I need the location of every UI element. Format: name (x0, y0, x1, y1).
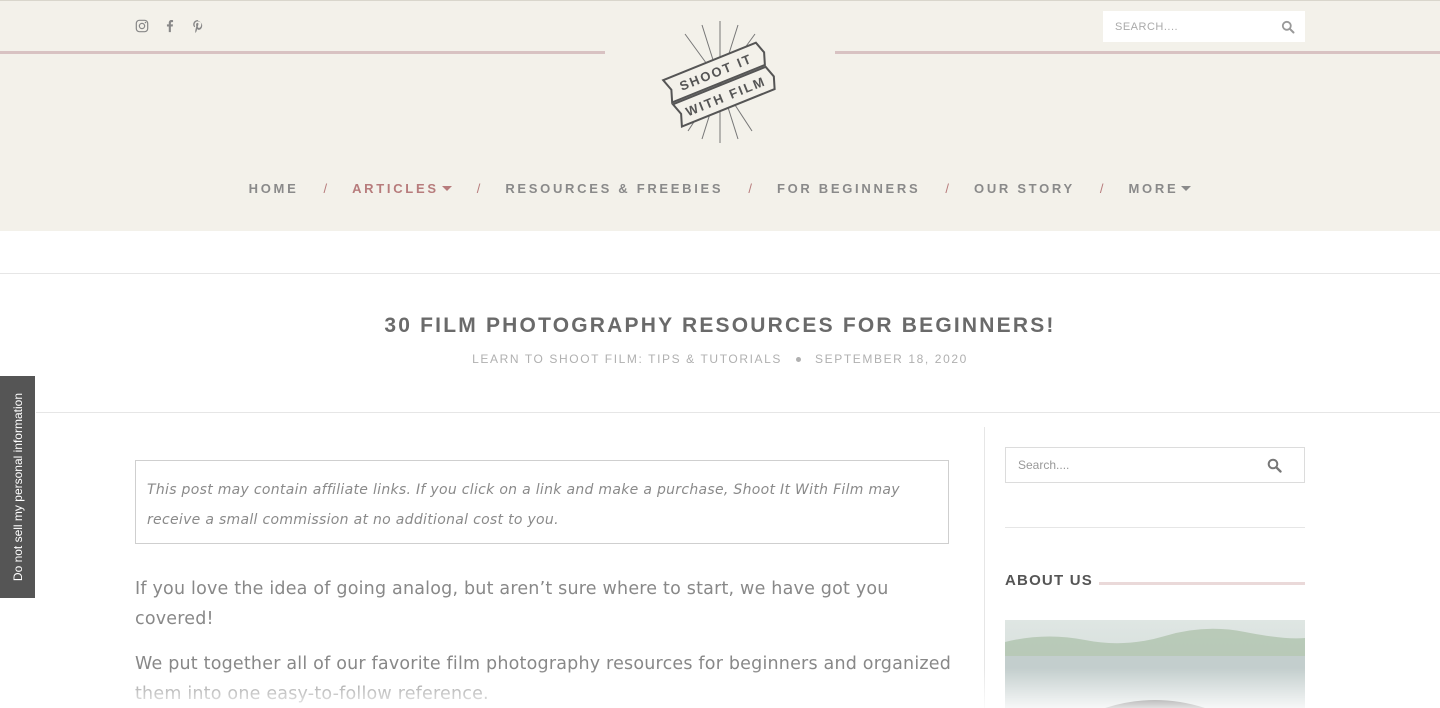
nav-item-for-beginners-label: FOR BEGINNERS (776, 181, 921, 196)
divider (1005, 527, 1305, 528)
sidebar-search-input[interactable] (1006, 448, 1256, 482)
header-search-input[interactable] (1103, 11, 1273, 42)
do-not-sell-label: Do not sell my personal information (10, 392, 25, 582)
caret-down-icon (1181, 186, 1192, 191)
meta-dot (796, 356, 802, 362)
divider (36, 412, 1440, 413)
nav-separator: / (476, 181, 481, 196)
nav-item-our-story[interactable]: OUR STORY (974, 181, 1075, 196)
about-us-image (1005, 620, 1305, 708)
caret-down-icon (441, 186, 452, 191)
instagram-icon[interactable] (134, 18, 150, 34)
column-divider (984, 427, 985, 708)
site-logo[interactable]: SHOOT IT WITH FILM (660, 19, 780, 145)
nav-item-our-story-label: OUR STORY (974, 181, 1075, 196)
facebook-icon[interactable] (162, 18, 178, 34)
do-not-sell-tab[interactable]: Do not sell my personal information (0, 376, 35, 598)
heading-rule (1099, 582, 1305, 585)
sidebar-search (1005, 447, 1305, 483)
nav-separator: / (945, 181, 950, 196)
social-links (134, 18, 206, 34)
nav-item-home[interactable]: HOME (249, 181, 299, 196)
nav-separator: / (1099, 181, 1104, 196)
post-title: 30 FILM PHOTOGRAPHY RESOURCES FOR BEGINN… (384, 314, 1056, 337)
nav-separator: / (748, 181, 752, 196)
affiliate-notice: This post may contain affiliate links. I… (135, 460, 949, 544)
nav-item-articles-label: ARTICLES (352, 181, 439, 196)
post-category-link[interactable]: LEARN TO SHOOT FILM: TIPS & TUTORIALS (472, 352, 782, 366)
post-meta: LEARN TO SHOOT FILM: TIPS & TUTORIALS SE… (0, 352, 1440, 366)
nav-item-resources-label: RESOURCES & FREEBIES (505, 181, 724, 196)
header-search (1103, 11, 1305, 42)
site-header: SHOOT IT WITH FILM HOME / ARTICLES / RES… (0, 0, 1440, 231)
nav-item-resources[interactable]: RESOURCES & FREEBIES (505, 181, 723, 196)
post-date: SEPTEMBER 18, 2020 (815, 352, 968, 366)
nav-item-home-label: HOME (248, 181, 299, 196)
search-icon[interactable] (1267, 458, 1282, 473)
pinterest-icon[interactable] (190, 18, 206, 34)
nav-item-articles[interactable]: ARTICLES (352, 181, 452, 196)
nav-separator: / (323, 181, 328, 196)
header-rule-left (0, 51, 605, 54)
nav-item-more[interactable]: MORE (1129, 181, 1192, 196)
main-nav: HOME / ARTICLES / RESOURCES & FREEBIES /… (0, 181, 1440, 196)
post-paragraph: We put together all of our favorite film… (135, 654, 952, 704)
search-icon[interactable] (1281, 19, 1295, 34)
about-us-heading: ABOUT US (1005, 572, 1093, 589)
nav-item-more-label: MORE (1128, 181, 1179, 196)
divider (0, 273, 1440, 274)
nav-item-for-beginners[interactable]: FOR BEGINNERS (777, 181, 920, 196)
post-paragraph: If you love the idea of going analog, bu… (135, 579, 889, 629)
header-rule-right (835, 51, 1440, 54)
